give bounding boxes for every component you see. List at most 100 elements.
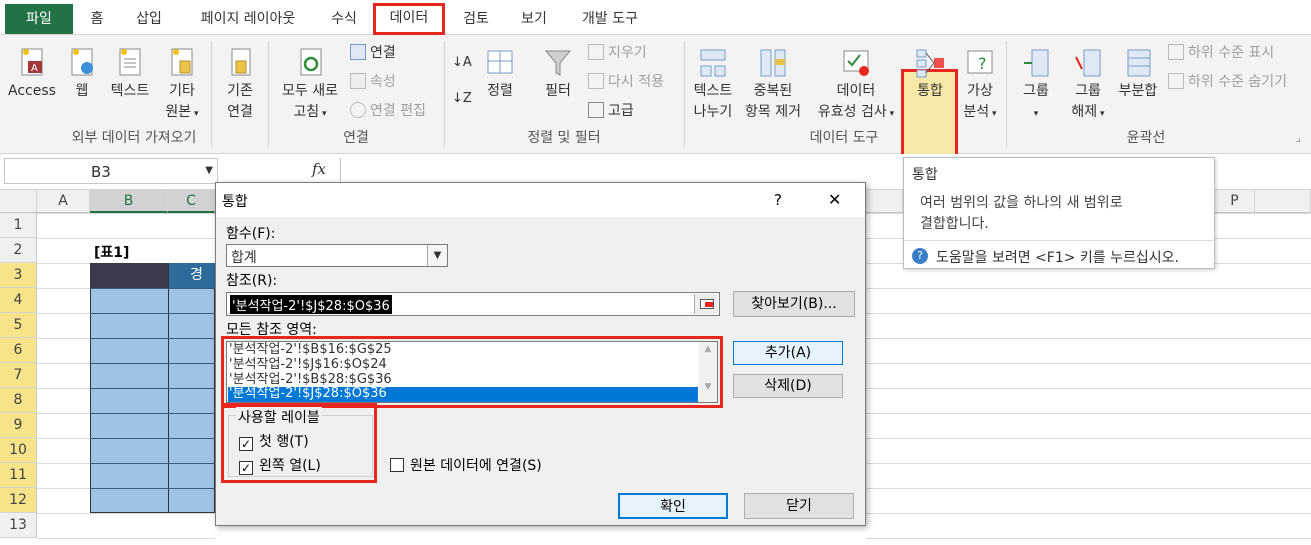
highlight-all-references [221,336,723,408]
row-header-4[interactable]: 4 [0,288,37,313]
row-header-3[interactable]: 3 [0,263,37,288]
name-box[interactable]: B3 ▼ [4,158,218,184]
other-sources-button[interactable]: 기타 원본 ▾ [158,47,206,125]
text-label: 텍스트 [110,83,150,99]
ungroup-label1: 그룹 [1075,83,1101,99]
properties-icon [350,73,366,89]
data-validation-button[interactable]: 데이터 유효성 검사 ▾ [808,47,904,125]
sort-button[interactable]: 정렬 [480,47,520,102]
filter-label: 필터 [545,83,571,99]
show-detail-label: 하위 수준 표시 [1188,45,1275,61]
ok-button[interactable]: 확인 [618,493,728,519]
reference-input[interactable]: '분석작업-2'!$J$28:$O$36 [226,292,720,316]
row-header-9[interactable]: 9 [0,413,37,438]
refresh-all-button[interactable]: 모두 새로 고침 ▾ [274,47,346,125]
web-button[interactable]: 웹 [62,47,102,102]
text-button[interactable]: 텍스트 [104,47,156,102]
row-header-8[interactable]: 8 [0,388,37,413]
data-validation-label1: 데이터 [836,83,876,99]
text-to-columns-button[interactable]: 텍스트 나누기 [688,47,738,123]
delete-button[interactable]: 삭제(D) [733,374,843,398]
access-button[interactable]: A Access [6,47,58,102]
tooltip-divider [904,240,1214,241]
chevron-down-icon[interactable]: ▼ [205,165,213,176]
what-if-analysis-button[interactable]: ? 가상 분석 ▾ [958,47,1002,125]
column-header[interactable] [866,190,903,213]
select-all-corner[interactable] [0,190,37,213]
remove-duplicates-button[interactable]: 중복된 항목 제거 [740,47,806,123]
clear-button[interactable]: 지우기 [588,43,647,63]
help-button[interactable]: ? [774,191,782,209]
tab-review[interactable]: 검토 [455,4,497,34]
subtotal-button[interactable]: 부분합 [1114,47,1162,102]
hide-detail-icon [1168,73,1184,89]
function-icon[interactable]: fx [312,160,326,178]
collapse-range-icon[interactable] [694,294,718,314]
column-header[interactable] [1255,190,1311,213]
tab-file[interactable]: 파일 [5,4,73,34]
row-header-10[interactable]: 10 [0,438,37,463]
connections-button[interactable]: 연결 [350,43,396,63]
add-button[interactable]: 추가(A) [733,341,843,365]
table-header-cell[interactable]: 경기 [168,263,215,288]
consolidate-button[interactable]: 통합 [904,47,956,102]
close-button[interactable]: 닫기 [744,493,854,519]
existing-connections-button[interactable]: 기존 연결 [216,47,264,123]
reapply-button[interactable]: 다시 적용 [588,72,664,92]
browse-button[interactable]: 찾아보기(B)... [733,291,855,317]
row-header-1[interactable]: 1 [0,213,37,238]
remove-duplicates-label2: 항목 제거 [745,104,801,120]
column-header-c[interactable]: C [168,190,215,213]
row-header-13[interactable]: 13 [0,513,37,538]
filter-button[interactable]: 필터 [536,47,580,102]
tab-home[interactable]: 홈 [82,4,112,34]
advanced-filter-button[interactable]: 고급 [588,101,634,121]
row-header-12[interactable]: 12 [0,488,37,513]
show-detail-button[interactable]: 하위 수준 표시 [1168,43,1274,63]
row-header-6[interactable]: 6 [0,338,37,363]
tab-formulas[interactable]: 수식 [322,4,366,34]
close-icon[interactable]: ✕ [828,190,841,209]
dialog-titlebar[interactable]: 통합 ? ✕ [216,183,865,217]
web-label: 웹 [75,83,89,99]
hide-detail-button[interactable]: 하위 수준 숨기기 [1168,72,1287,92]
row-header-5[interactable]: 5 [0,313,37,338]
group-button[interactable]: 그룹 ▾ [1014,47,1058,125]
column-header-p[interactable]: P [1215,190,1255,213]
column-header-b[interactable]: B [90,190,168,213]
table-header-cell[interactable] [90,263,168,288]
ungroup-button[interactable]: 그룹 해제 ▾ [1062,47,1114,125]
ungroup-label2: 해제 [1071,104,1098,120]
row-header-7[interactable]: 7 [0,363,37,388]
what-if-label2: 분석 [963,104,990,120]
existing-connections-icon [231,48,251,76]
other-sources-label2: 원본 [165,104,192,120]
table-title: [표1] [94,245,130,261]
sort-ascending-button[interactable]: ↓A [452,53,472,73]
properties-button[interactable]: 속성 [350,72,396,92]
row-header-2[interactable]: 2 [0,238,37,263]
tab-data[interactable]: 데이터 [373,3,445,35]
refresh-all-label1: 모두 새로 [282,83,338,99]
remove-duplicates-label1: 중복된 [753,83,793,99]
chevron-down-icon[interactable]: ▼ [427,245,447,266]
row-header-11[interactable]: 11 [0,463,37,488]
sort-descending-button[interactable]: ↓Z [452,89,472,109]
group-label-connections: 연결 [343,130,369,146]
clear-icon [588,44,604,60]
edit-links-button[interactable]: 연결 편집 [350,101,426,121]
dialog-launcher-icon[interactable]: ⌟ [1296,133,1301,144]
what-if-label1: 가상 [967,83,993,99]
group-label-data-tools: 데이터 도구 [809,130,879,146]
tab-page-layout[interactable]: 페이지 레이아웃 [188,4,308,34]
column-header-a[interactable]: A [37,190,90,213]
link-source-checkbox[interactable]: 원본 데이터에 연결(S) [390,455,542,475]
advanced-filter-label: 고급 [608,103,634,119]
tab-insert[interactable]: 삽입 [128,4,170,34]
checkbox-unchecked-icon [390,458,404,472]
web-icon [71,48,93,76]
function-select[interactable]: 합계 ▼ [226,244,448,267]
sort-icon [487,50,513,74]
tab-developer[interactable]: 개발 도구 [570,4,650,34]
tab-view[interactable]: 보기 [513,4,555,34]
